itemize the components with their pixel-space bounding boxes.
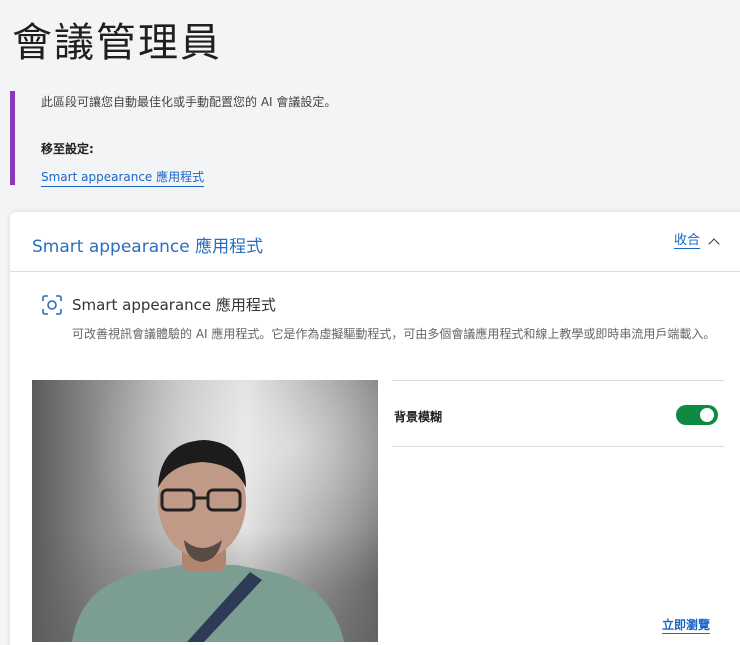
settings-panel: 背景模糊 bbox=[392, 380, 724, 447]
info-callout: 此區段可讓您自動最佳化或手動配置您的 AI 會議設定。 移至設定: Smart … bbox=[10, 91, 430, 187]
app-name: Smart appearance 應用程式 bbox=[72, 296, 276, 314]
chevron-up-icon bbox=[708, 237, 720, 250]
collapse-button[interactable]: 收合 bbox=[674, 233, 720, 250]
collapse-label: 收合 bbox=[674, 233, 701, 249]
app-description: 可改善視訊會議體驗的 AI 應用程式。它是作為虛擬驅動程式，可由多個會議應用程式… bbox=[72, 327, 716, 341]
smart-appearance-card: Smart appearance 應用程式 收合 Smart appearanc… bbox=[10, 212, 740, 645]
page-title: 會議管理員 bbox=[12, 20, 222, 66]
camera-preview-person bbox=[72, 440, 344, 642]
card-title: Smart appearance 應用程式 bbox=[32, 237, 264, 257]
background-blur-toggle[interactable] bbox=[676, 405, 718, 425]
camera-preview bbox=[32, 380, 378, 642]
info-description: 此區段可讓您自動最佳化或手動配置您的 AI 會議設定。 bbox=[41, 95, 337, 109]
browse-now-link[interactable]: 立即瀏覽 bbox=[662, 616, 711, 634]
meeting-manager-page: 會議管理員 此區段可讓您自動最佳化或手動配置您的 AI 會議設定。 移至設定: … bbox=[0, 0, 740, 645]
background-blur-label: 背景模糊 bbox=[394, 410, 443, 424]
card-header: Smart appearance 應用程式 收合 bbox=[10, 212, 740, 272]
goto-settings-label: 移至設定: bbox=[41, 142, 94, 156]
toggle-knob bbox=[700, 408, 714, 422]
face-focus-icon bbox=[42, 295, 62, 315]
goto-smart-appearance-link[interactable]: Smart appearance 應用程式 bbox=[41, 168, 205, 187]
